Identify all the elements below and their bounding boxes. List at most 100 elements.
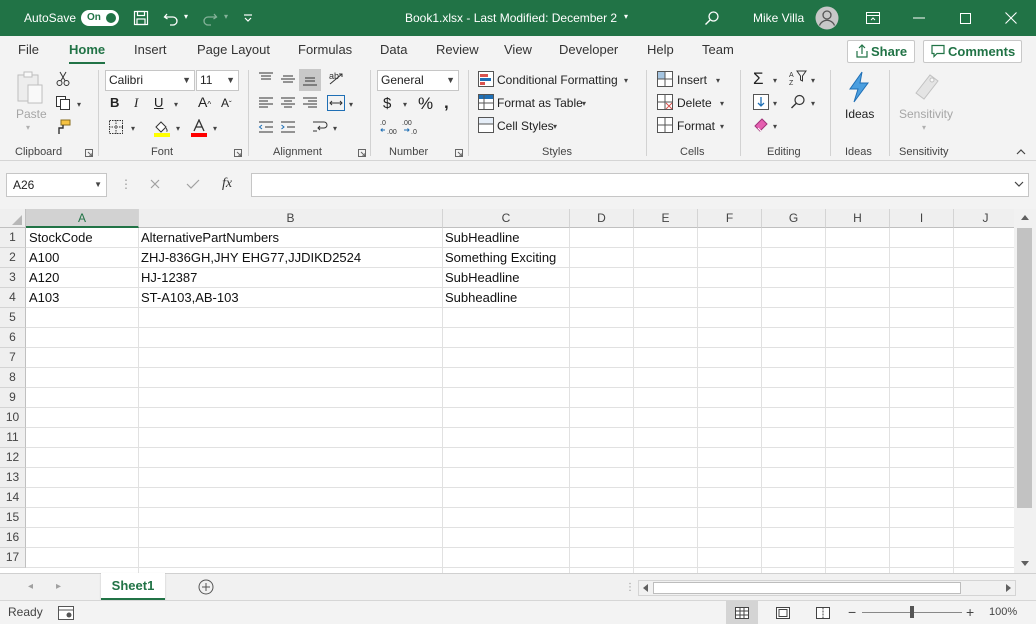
font-name-dropdown-icon[interactable]: ▼ [182, 71, 191, 90]
conditional-formatting-label[interactable]: Conditional Formatting [497, 72, 618, 88]
autosum-icon[interactable]: Σ [753, 69, 764, 89]
font-size-combo[interactable]: 11 ▼ [196, 70, 239, 91]
row-header-9[interactable]: 9 [0, 388, 26, 408]
autosave-toggle[interactable]: On [81, 10, 119, 26]
tab-formulas[interactable]: Formulas [298, 36, 352, 65]
sensitivity-icon[interactable] [912, 71, 940, 101]
horizontal-scroll-thumb[interactable] [653, 582, 961, 594]
select-all-button[interactable] [0, 209, 26, 228]
merge-center-icon[interactable] [327, 95, 345, 111]
tab-file[interactable]: File [18, 36, 39, 65]
decrease-decimal-icon[interactable]: .00.0 [402, 118, 422, 136]
bottom-align-icon[interactable] [299, 69, 321, 91]
cell-a2[interactable]: A100 [26, 248, 59, 268]
cell-a3[interactable]: A120 [26, 268, 59, 288]
row-header-1[interactable]: 1 [0, 228, 26, 248]
tab-insert[interactable]: Insert [134, 36, 167, 65]
column-header-b[interactable]: B [139, 209, 443, 228]
cut-icon[interactable] [55, 71, 71, 87]
autosum-dropdown-icon[interactable]: ▾ [773, 76, 777, 85]
conditional-formatting-icon[interactable] [478, 71, 494, 87]
row-header-7[interactable]: 7 [0, 348, 26, 368]
insert-cells-dropdown-icon[interactable]: ▾ [716, 76, 720, 85]
tab-splitter-icon[interactable]: ⋮ [625, 582, 635, 593]
horizontal-scrollbar[interactable] [638, 580, 1016, 596]
comma-style-icon[interactable]: , [444, 93, 449, 113]
cell-styles-dropdown-icon[interactable]: ▾ [553, 122, 557, 131]
sensitivity-dropdown-icon[interactable]: ▾ [922, 123, 926, 132]
tab-view[interactable]: View [504, 36, 532, 65]
row-header-2[interactable]: 2 [0, 248, 26, 268]
wrap-dropdown-icon[interactable]: ▾ [333, 124, 337, 133]
clear-dropdown-icon[interactable]: ▾ [773, 122, 777, 131]
paste-dropdown-icon[interactable]: ▾ [26, 123, 30, 132]
row-header-11[interactable]: 11 [0, 428, 26, 448]
scroll-down-icon[interactable] [1019, 559, 1031, 569]
row-header-5[interactable]: 5 [0, 308, 26, 328]
increase-decimal-icon[interactable]: .0.00 [380, 118, 400, 136]
formula-input[interactable] [251, 173, 1029, 197]
column-header-j[interactable]: J [954, 209, 1014, 228]
conditional-formatting-dropdown-icon[interactable]: ▾ [624, 76, 628, 85]
column-header-e[interactable]: E [634, 209, 698, 228]
undo-dropdown-icon[interactable]: ▾ [184, 12, 188, 21]
minimize-icon[interactable] [896, 0, 942, 36]
sort-filter-dropdown-icon[interactable]: ▾ [811, 76, 815, 85]
column-header-h[interactable]: H [826, 209, 890, 228]
comments-button[interactable]: Comments [923, 40, 1022, 63]
cell-b1[interactable]: AlternativePartNumbers [138, 228, 279, 248]
wrap-text-icon[interactable] [311, 118, 329, 134]
expand-formula-bar-icon[interactable] [1014, 180, 1024, 188]
ideas-icon[interactable] [846, 71, 872, 103]
column-header-f[interactable]: F [698, 209, 762, 228]
font-color-icon[interactable] [190, 119, 208, 137]
scroll-right-icon[interactable] [1003, 583, 1013, 593]
delete-cells-icon[interactable] [657, 94, 673, 110]
format-cells-label[interactable]: Format [677, 118, 715, 134]
fill-dropdown-icon[interactable]: ▾ [773, 99, 777, 108]
decrease-font-icon[interactable]: Aˇ [221, 96, 232, 110]
copy-icon[interactable] [55, 95, 71, 111]
column-header-i[interactable]: I [890, 209, 954, 228]
copy-dropdown-icon[interactable]: ▾ [77, 100, 81, 109]
paste-icon[interactable] [16, 71, 44, 105]
percent-icon[interactable]: % [418, 94, 433, 114]
ribbon-display-options-icon[interactable] [850, 0, 896, 36]
tab-home[interactable]: Home [69, 36, 106, 65]
close-icon[interactable] [988, 0, 1034, 36]
row-header-16[interactable]: 16 [0, 528, 26, 548]
cell-a1[interactable]: StockCode [26, 228, 93, 248]
tab-page-layout[interactable]: Page Layout [197, 36, 270, 65]
tab-developer[interactable]: Developer [559, 36, 618, 65]
row-header-6[interactable]: 6 [0, 328, 26, 348]
collapse-ribbon-icon[interactable] [1016, 148, 1026, 156]
row-header-17[interactable]: 17 [0, 548, 26, 568]
row-header-12[interactable]: 12 [0, 448, 26, 468]
row-header-3[interactable]: 3 [0, 268, 26, 288]
sort-filter-icon[interactable]: AZ [789, 70, 807, 86]
decrease-indent-icon[interactable] [258, 121, 274, 133]
avatar[interactable] [815, 6, 839, 30]
find-select-icon[interactable] [790, 94, 806, 110]
search-icon[interactable] [704, 10, 720, 26]
increase-indent-icon[interactable] [280, 121, 296, 133]
merge-dropdown-icon[interactable]: ▾ [349, 100, 353, 109]
tab-review[interactable]: Review [436, 36, 479, 65]
borders-icon[interactable] [109, 120, 123, 134]
delete-cells-dropdown-icon[interactable]: ▾ [720, 99, 724, 108]
borders-dropdown-icon[interactable]: ▾ [131, 124, 135, 133]
insert-cells-label[interactable]: Insert [677, 72, 707, 88]
row-header-8[interactable]: 8 [0, 368, 26, 388]
clipboard-launcher-icon[interactable] [85, 149, 93, 157]
row-header-13[interactable]: 13 [0, 468, 26, 488]
align-left-icon[interactable] [258, 97, 274, 109]
clear-icon[interactable] [753, 117, 769, 133]
worksheet-grid[interactable]: A B C D E F G H I J 1 2 3 4 5 6 7 8 9 10… [0, 209, 1014, 573]
row-header-4[interactable]: 4 [0, 288, 26, 308]
macro-recording-icon[interactable] [58, 606, 74, 620]
maximize-icon[interactable] [942, 0, 988, 36]
underline-dropdown-icon[interactable]: ▾ [174, 100, 178, 109]
underline-icon[interactable]: U [154, 95, 163, 110]
cell-b2[interactable]: ZHJ-836GH,JHY EHG77,JJDIKD2524 [138, 248, 361, 268]
format-cells-dropdown-icon[interactable]: ▾ [720, 122, 724, 131]
